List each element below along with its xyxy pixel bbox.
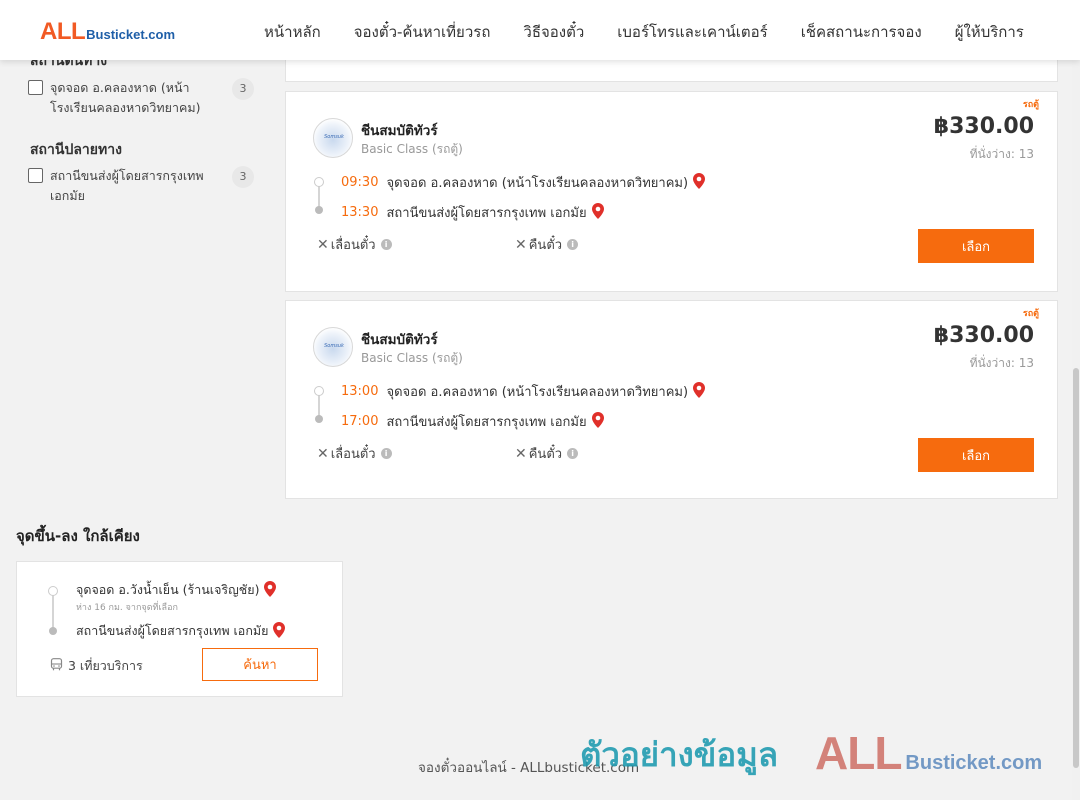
site-header: ALL Busticket.com หน้าหลัก จองตั๋ว-ค้นหา… bbox=[0, 0, 1080, 60]
nearby-to-stop: สถานีขนส่งผู้โดยสารกรุงเทพ เอกมัย bbox=[76, 621, 286, 641]
arrival-stop: 13:30 สถานีขนส่งผู้โดยสารกรุงเทพ เอกมัย bbox=[341, 202, 604, 223]
logo-all-text: ALL bbox=[40, 18, 86, 45]
map-pin-icon[interactable] bbox=[693, 381, 706, 402]
info-icon[interactable]: i bbox=[567, 448, 579, 459]
operator-logo: Somsuk bbox=[313, 327, 353, 367]
watermark-logo: ALL Busticket.com bbox=[815, 726, 1042, 780]
map-pin-icon[interactable] bbox=[264, 580, 277, 600]
map-pin-icon[interactable] bbox=[591, 202, 604, 223]
close-icon: ✕ bbox=[317, 236, 329, 253]
depart-dot bbox=[48, 586, 58, 596]
departure-stop: 13:00 จุดจอด อ.คลองหาด (หน้าโรงเรียนคลอง… bbox=[341, 381, 706, 402]
trip-card: รถตู้ Somsuk ชีนสมบัติทัวร์ Basic Class … bbox=[285, 300, 1058, 499]
arrive-dot bbox=[315, 415, 323, 423]
nearby-to-place: สถานีขนส่งผู้โดยสารกรุงเทพ เอกมัย bbox=[76, 623, 269, 638]
refund-label: คืนตั๋ว bbox=[528, 238, 563, 253]
arrival-time: 13:30 bbox=[341, 205, 379, 220]
origin-filter-count: 3 bbox=[232, 78, 254, 100]
origin-filter-item[interactable]: จุดจอด อ.คลองหาด (หน้าโรงเรียนคลองหาดวิท… bbox=[28, 78, 256, 118]
destination-checkbox[interactable] bbox=[28, 168, 43, 183]
select-trip-button[interactable]: เลือก bbox=[918, 438, 1034, 472]
trip-card: รถตู้ Somsuk ชีนสมบัติทัวร์ Basic Class … bbox=[285, 91, 1058, 292]
depart-dot bbox=[314, 386, 324, 396]
close-icon: ✕ bbox=[515, 445, 527, 462]
arrival-place: สถานีขนส่งผู้โดยสารกรุงเทพ เอกมัย bbox=[386, 415, 587, 430]
seats-available: ที่นั่งว่าง: 13 bbox=[969, 147, 1034, 161]
destination-filter-label: สถานีขนส่งผู้โดยสารกรุงเทพ เอกมัย bbox=[50, 168, 204, 203]
seats-available: ที่นั่งว่าง: 13 bbox=[969, 356, 1034, 370]
origin-filter-label: จุดจอด อ.คลองหาด (หน้าโรงเรียนคลองหาดวิท… bbox=[50, 80, 201, 115]
map-pin-icon[interactable] bbox=[591, 411, 604, 432]
postpone-label: เลื่อนตั๋ว bbox=[330, 447, 376, 462]
nearby-distance: ห่าง 16 กม. จากจุดที่เลือก bbox=[76, 603, 178, 613]
nearby-from-place: จุดจอด อ.วังน้ำเย็น (ร้านเจริญชัย) bbox=[76, 582, 260, 597]
info-icon[interactable]: i bbox=[380, 239, 392, 250]
origin-checkbox[interactable] bbox=[28, 80, 43, 95]
vehicle-type-tag: รถตู้ bbox=[1022, 100, 1039, 110]
logo-busticket-text: Busticket.com bbox=[86, 27, 176, 42]
nearby-search-button[interactable]: ค้นหา bbox=[202, 648, 318, 681]
departure-time: 13:00 bbox=[341, 384, 379, 399]
operator-name: ชีนสมบัติทัวร์ bbox=[361, 123, 438, 139]
nav-phone-counter[interactable]: เบอร์โทรและเคาน์เตอร์ bbox=[617, 20, 767, 44]
map-pin-icon[interactable] bbox=[693, 172, 706, 193]
watermark-logo-all: ALL bbox=[815, 727, 902, 779]
nav-book-search[interactable]: จองตั๋ว-ค้นหาเที่ยวรถ bbox=[354, 20, 491, 44]
refund-label: คืนตั๋ว bbox=[528, 447, 563, 462]
destination-filter-title: สถานีปลายทาง bbox=[30, 142, 122, 158]
bus-icon bbox=[50, 658, 63, 674]
departure-place: จุดจอด อ.คลองหาด (หน้าโรงเรียนคลองหาดวิท… bbox=[386, 176, 689, 191]
sample-data-watermark: ตัวอย่างข้อมูล bbox=[580, 735, 779, 774]
nearby-trip-count: 3 เที่ยวบริการ bbox=[50, 656, 143, 676]
main-nav: หน้าหลัก จองตั๋ว-ค้นหาเที่ยวรถ วิธีจองตั… bbox=[264, 20, 1024, 44]
destination-filter-item[interactable]: สถานีขนส่งผู้โดยสารกรุงเทพ เอกมัย 3 bbox=[28, 166, 256, 206]
operator-logo: Somsuk bbox=[313, 118, 353, 158]
postpone-option[interactable]: ✕ เลื่อนตั๋ว i bbox=[317, 443, 392, 464]
trip-card-previous bbox=[285, 60, 1058, 82]
arrive-dot bbox=[315, 206, 323, 214]
info-icon[interactable]: i bbox=[380, 448, 392, 459]
arrival-stop: 17:00 สถานีขนส่งผู้โดยสารกรุงเทพ เอกมัย bbox=[341, 411, 604, 432]
refund-option[interactable]: ✕ คืนตั๋ว i bbox=[515, 234, 579, 255]
destination-filter-count: 3 bbox=[232, 166, 254, 188]
nav-home[interactable]: หน้าหลัก bbox=[264, 20, 321, 44]
arrival-place: สถานีขนส่งผู้โดยสารกรุงเทพ เอกมัย bbox=[386, 206, 587, 221]
nav-operators[interactable]: ผู้ให้บริการ bbox=[955, 20, 1024, 44]
site-logo[interactable]: ALL Busticket.com bbox=[40, 18, 175, 46]
departure-stop: 09:30 จุดจอด อ.คลองหาด (หน้าโรงเรียนคลอง… bbox=[341, 172, 706, 193]
nearby-trips-label: 3 เที่ยวบริการ bbox=[68, 658, 143, 673]
watermark-logo-busticket: Busticket.com bbox=[905, 752, 1043, 774]
nav-how-to-book[interactable]: วิธีจองตั๋ว bbox=[523, 20, 584, 44]
departure-place: จุดจอด อ.คลองหาด (หน้าโรงเรียนคลองหาดวิท… bbox=[386, 385, 689, 400]
nav-check-booking[interactable]: เช็คสถานะการจอง bbox=[801, 20, 922, 44]
service-class: Basic Class (รถตู้) bbox=[361, 351, 463, 365]
map-pin-icon[interactable] bbox=[273, 621, 286, 641]
depart-dot bbox=[314, 177, 324, 187]
arrive-dot bbox=[49, 627, 57, 635]
service-class: Basic Class (รถตู้) bbox=[361, 142, 463, 156]
trip-price: ฿330.00 bbox=[933, 323, 1034, 348]
info-icon[interactable]: i bbox=[567, 239, 579, 250]
refund-option[interactable]: ✕ คืนตั๋ว i bbox=[515, 443, 579, 464]
nearby-route-card: จุดจอด อ.วังน้ำเย็น (ร้านเจริญชัย) ห่าง … bbox=[16, 561, 343, 697]
departure-time: 09:30 bbox=[341, 175, 379, 190]
close-icon: ✕ bbox=[515, 236, 527, 253]
arrival-time: 17:00 bbox=[341, 414, 379, 429]
nearby-section-title: จุดขึ้น-ลง ใกล้เคียง bbox=[16, 527, 140, 545]
trip-price: ฿330.00 bbox=[933, 114, 1034, 139]
select-trip-button[interactable]: เลือก bbox=[918, 229, 1034, 263]
operator-name: ชีนสมบัติทัวร์ bbox=[361, 332, 438, 348]
postpone-option[interactable]: ✕ เลื่อนตั๋ว i bbox=[317, 234, 392, 255]
close-icon: ✕ bbox=[317, 445, 329, 462]
vehicle-type-tag: รถตู้ bbox=[1022, 309, 1039, 319]
nearby-from-stop: จุดจอด อ.วังน้ำเย็น (ร้านเจริญชัย) bbox=[76, 580, 277, 600]
postpone-label: เลื่อนตั๋ว bbox=[330, 238, 376, 253]
scrollbar-thumb[interactable] bbox=[1073, 368, 1079, 768]
